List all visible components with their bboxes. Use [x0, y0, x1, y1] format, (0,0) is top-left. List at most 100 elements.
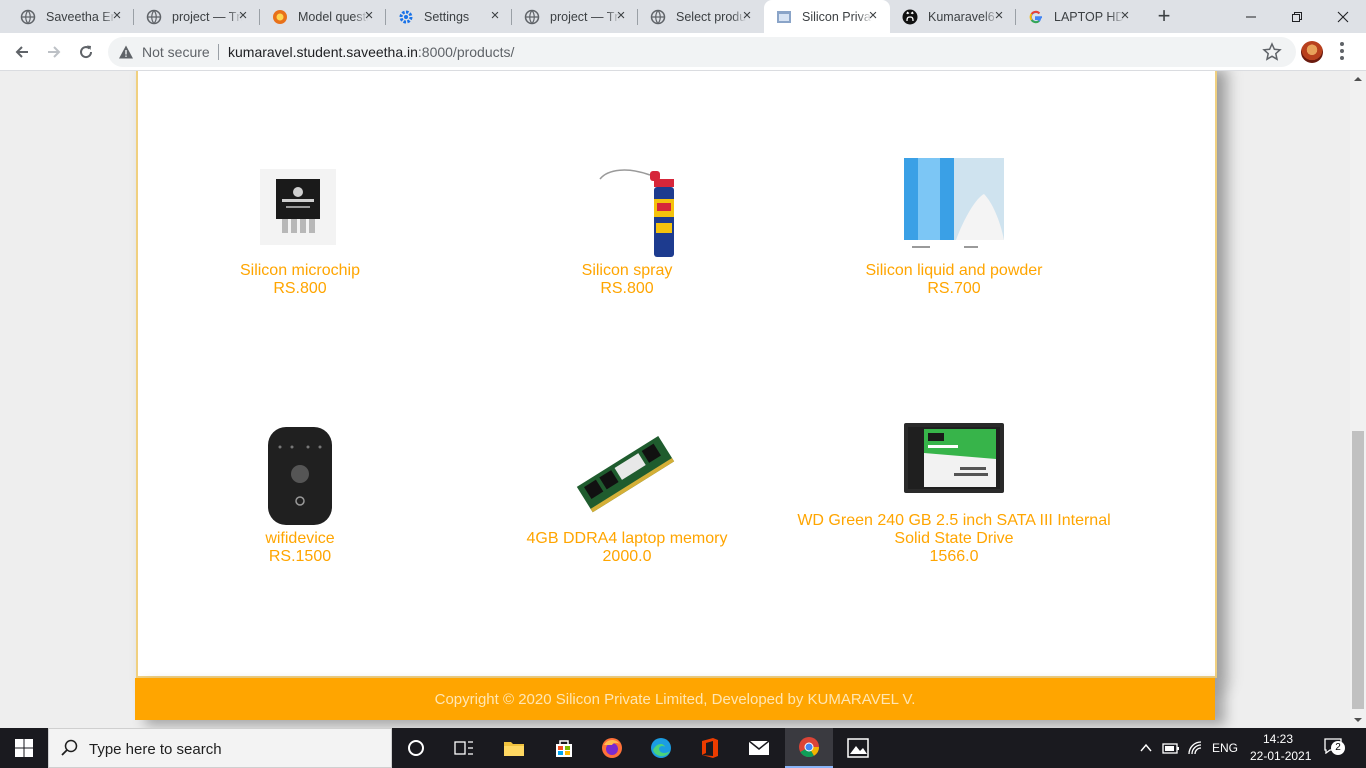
browser-toolbar: Not secure kumaravel.student.saveetha.in…	[0, 33, 1366, 71]
browser-menu-icon[interactable]	[1340, 42, 1344, 60]
firefox-button[interactable]	[588, 728, 636, 768]
github-icon	[902, 9, 918, 25]
reload-icon	[80, 45, 93, 59]
cortana-button[interactable]	[392, 728, 440, 768]
chrome-button[interactable]	[785, 728, 833, 768]
tab-title: Model question	[298, 9, 368, 24]
page-viewport: Silicon microchip RS.800 Silicon spray R…	[0, 71, 1350, 728]
product-price: RS.700	[927, 280, 981, 297]
tab-project-2[interactable]: project — Tmp ×	[512, 0, 638, 33]
wifi-icon[interactable]	[1188, 741, 1204, 755]
product-price: RS.1500	[268, 548, 332, 565]
url-text[interactable]: kumaravel.student.saveetha.in:8000/produ…	[228, 44, 514, 60]
forward-button[interactable]	[40, 38, 68, 66]
globe-icon	[650, 9, 666, 25]
liquid-powder-image[interactable]	[904, 158, 1004, 254]
firefox-icon	[602, 738, 622, 758]
tab-title: project — Tmp	[172, 9, 242, 24]
product-name[interactable]: WD Green 240 GB 2.5 inch SATA III Intern…	[794, 512, 1114, 548]
reload-button[interactable]	[72, 38, 100, 66]
spray-can-image[interactable]	[598, 165, 678, 257]
product-item[interactable]: wifidevice RS.1500	[140, 530, 460, 566]
warning-icon[interactable]	[118, 44, 134, 60]
language-indicator[interactable]: ENG	[1212, 741, 1238, 755]
scroll-up-arrow-icon[interactable]	[1350, 71, 1366, 87]
product-name[interactable]: Silicon microchip	[140, 262, 460, 280]
battery-icon[interactable]	[1162, 741, 1180, 755]
globe-icon	[146, 9, 162, 25]
mail-button[interactable]	[735, 728, 783, 768]
product-item[interactable]: Silicon liquid and powder RS.700	[794, 262, 1114, 298]
ssd-image[interactable]	[904, 423, 1004, 493]
edge-button[interactable]	[637, 728, 685, 768]
bookmark-star-icon[interactable]	[1262, 42, 1282, 62]
windows-logo-icon	[15, 739, 33, 757]
globe-icon	[20, 9, 36, 25]
address-bar[interactable]: Not secure kumaravel.student.saveetha.in…	[108, 37, 1296, 67]
security-label[interactable]: Not secure	[142, 44, 210, 60]
tab-settings[interactable]: Settings ×	[386, 0, 512, 33]
back-button[interactable]	[8, 38, 36, 66]
product-name[interactable]: Silicon liquid and powder	[794, 262, 1114, 280]
tab-close-icon[interactable]: ×	[362, 8, 376, 23]
product-name[interactable]: 4GB DDRA4 laptop memory	[467, 530, 787, 548]
tab-close-icon[interactable]: ×	[488, 8, 502, 23]
jio-wifi-image[interactable]	[268, 427, 332, 525]
tab-github[interactable]: Kumaravel6 ×	[890, 0, 1016, 33]
tab-saveetha[interactable]: Saveetha Engineering College ×	[8, 0, 134, 33]
start-button[interactable]	[0, 728, 48, 768]
tab-close-icon[interactable]: ×	[740, 8, 754, 23]
office-button[interactable]	[686, 728, 734, 768]
model-question-icon	[272, 9, 288, 25]
file-explorer-button[interactable]	[490, 728, 538, 768]
task-view-button[interactable]	[440, 728, 488, 768]
tab-select-product[interactable]: Select product ×	[638, 0, 764, 33]
tab-title: Select product	[676, 9, 746, 24]
microchip-image[interactable]	[260, 169, 336, 245]
product-item[interactable]: WD Green 240 GB 2.5 inch SATA III Intern…	[794, 512, 1114, 566]
product-item[interactable]: Silicon microchip RS.800	[140, 262, 460, 298]
tab-close-icon[interactable]: ×	[1118, 8, 1132, 23]
notifications-button[interactable]: 2	[1324, 738, 1346, 758]
product-name[interactable]: Silicon spray	[467, 262, 787, 280]
tab-laptop-hd[interactable]: LAPTOP HD ×	[1016, 0, 1142, 33]
tab-title: Saveetha Engineering College	[46, 9, 116, 24]
ram-module-image[interactable]	[576, 425, 676, 525]
gear-icon	[398, 9, 414, 25]
tab-close-icon[interactable]: ×	[236, 8, 250, 23]
tab-silicon-private[interactable]: Silicon Private Limited ×	[764, 0, 890, 33]
arrow-left-icon	[15, 46, 28, 58]
tab-close-icon[interactable]: ×	[866, 8, 880, 23]
scrollbar-thumb[interactable]	[1352, 431, 1364, 709]
product-card-container	[136, 71, 1217, 678]
vertical-scrollbar[interactable]	[1350, 71, 1366, 728]
clock-time[interactable]: 14:23	[1263, 732, 1293, 746]
profile-avatar[interactable]	[1301, 41, 1323, 63]
restore-button[interactable]	[1274, 0, 1320, 33]
product-item[interactable]: Silicon spray RS.800	[467, 262, 787, 298]
product-name[interactable]: wifidevice	[140, 530, 460, 548]
new-tab-button[interactable]: +	[1152, 5, 1176, 29]
search-placeholder: Type here to search	[89, 741, 222, 758]
tab-model-question[interactable]: Model question ×	[260, 0, 386, 33]
scroll-down-arrow-icon[interactable]	[1350, 712, 1366, 728]
photos-button[interactable]	[834, 728, 882, 768]
product-item[interactable]: 4GB DDRA4 laptop memory 2000.0	[467, 530, 787, 566]
tab-close-icon[interactable]: ×	[110, 8, 124, 23]
google-icon	[1028, 9, 1044, 25]
office-icon	[702, 738, 718, 758]
close-window-button[interactable]	[1320, 0, 1366, 33]
store-bag-icon	[556, 740, 572, 757]
taskbar-search-box[interactable]: Type here to search	[48, 728, 392, 768]
store-button[interactable]	[540, 728, 588, 768]
tab-close-icon[interactable]: ×	[614, 8, 628, 23]
tab-title: Silicon Private Limited	[802, 9, 872, 24]
tab-close-icon[interactable]: ×	[992, 8, 1006, 23]
tab-project-1[interactable]: project — Tmp ×	[134, 0, 260, 33]
clock-date[interactable]: 22-01-2021	[1250, 749, 1311, 763]
page-footer: Copyright © 2020 Silicon Private Limited…	[135, 678, 1215, 720]
show-hidden-icons-chevron-icon[interactable]	[1140, 742, 1152, 754]
minimize-button[interactable]	[1228, 0, 1274, 33]
tab-strip: Saveetha Engineering College × project —…	[0, 0, 1366, 33]
close-icon	[1337, 11, 1349, 22]
